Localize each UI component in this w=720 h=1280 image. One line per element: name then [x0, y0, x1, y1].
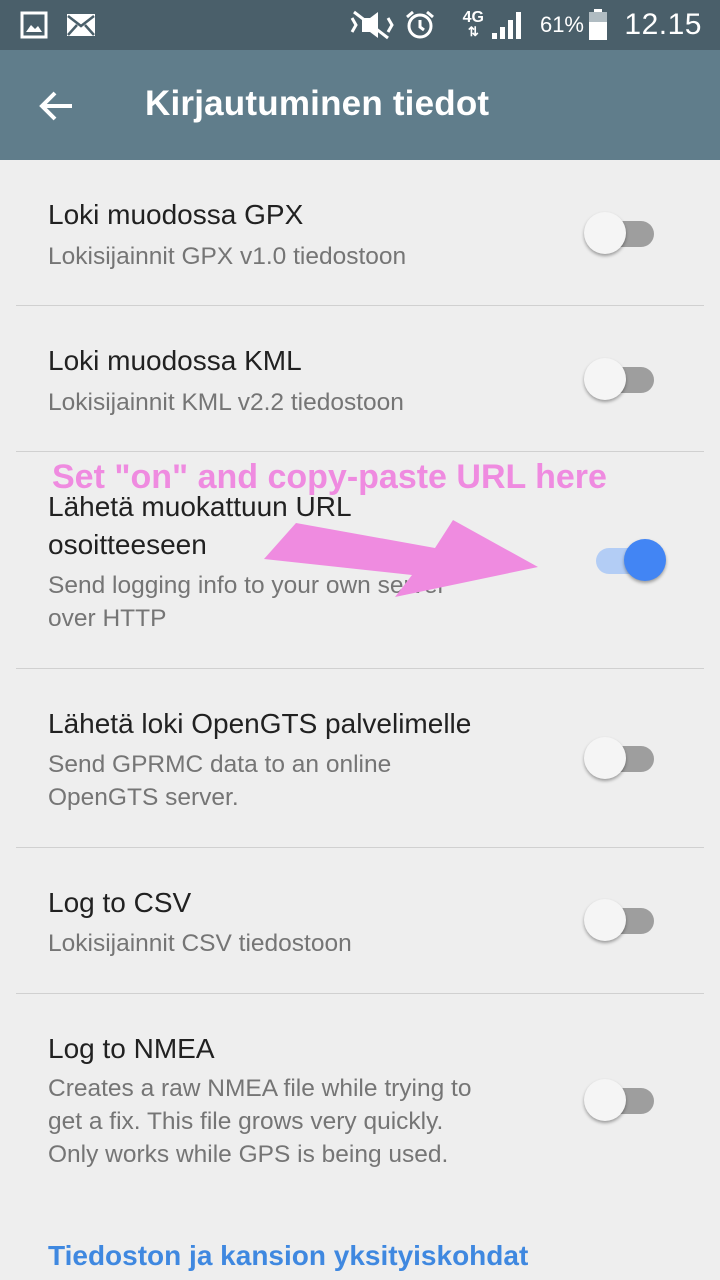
arrow-back-icon	[39, 91, 72, 121]
page-title: Kirjautuminen tiedot	[145, 84, 490, 123]
network-label: 4G	[462, 9, 484, 26]
pref-title: Lähetä loki OpenGTS palvelimelle	[48, 708, 472, 739]
file-folder-details-link[interactable]: Tiedoston ja kansion yksityiskohdat	[48, 1240, 528, 1272]
nmea-toggle-switch[interactable]	[584, 1079, 668, 1123]
pref-log-gpx[interactable]: Loki muodossa GPX Lokisijainnit GPX v1.0…	[0, 160, 720, 305]
kml-toggle-switch[interactable]	[584, 358, 668, 402]
pref-log-kml[interactable]: Loki muodossa KML Lokisijainnit KML v2.2…	[0, 306, 720, 451]
pref-summary: Lokisijainnit KML v2.2 tiedostoon	[48, 389, 404, 416]
pref-summary: Send GPRMC data to an online OpenGTS ser…	[48, 751, 392, 811]
network-type: 4G ⇅	[463, 8, 484, 42]
data-arrows-icon: ⇅	[467, 24, 479, 39]
custom-url-toggle-switch[interactable]	[582, 539, 666, 583]
switch-thumb	[584, 899, 626, 941]
mute-icon	[348, 8, 394, 42]
pref-title: Log to CSV	[48, 887, 192, 918]
status-bar: 4G ⇅ 61% 12.15	[0, 0, 720, 50]
switch-thumb	[584, 212, 626, 254]
pref-log-csv[interactable]: Log to CSV Lokisijainnit CSV tiedostoon	[0, 848, 720, 993]
pref-log-nmea[interactable]: Log to NMEA Creates a raw NMEA file whil…	[0, 994, 720, 1206]
opengts-toggle-switch[interactable]	[584, 737, 668, 781]
switch-thumb	[584, 1079, 626, 1121]
annotation-text: Set "on" and copy-paste URL here	[52, 458, 607, 496]
switch-thumb	[584, 358, 626, 400]
gallery-icon	[20, 8, 48, 42]
clock-time: 12.15	[624, 8, 702, 41]
pref-summary: Lokisijainnit GPX v1.0 tiedostoon	[48, 243, 407, 270]
pref-title: Loki muodossa GPX	[48, 199, 304, 230]
pref-opengts[interactable]: Lähetä loki OpenGTS palvelimelle Send GP…	[0, 669, 720, 847]
pref-summary: Lokisijainnit CSV tiedostoon	[48, 930, 352, 957]
pref-summary: Creates a raw NMEA file while trying to …	[48, 1075, 472, 1168]
switch-thumb	[624, 539, 666, 581]
annotation-arrow-icon	[264, 520, 538, 597]
back-button[interactable]	[32, 82, 80, 130]
signal-icon	[490, 8, 526, 42]
pref-title: Loki muodossa KML	[48, 345, 302, 376]
app-bar: Kirjautuminen tiedot	[0, 50, 720, 160]
alarm-icon	[404, 8, 436, 42]
battery-icon	[588, 8, 608, 42]
mail-icon	[66, 8, 96, 42]
gpx-toggle-switch[interactable]	[584, 212, 668, 256]
switch-thumb	[584, 737, 626, 779]
csv-toggle-switch[interactable]	[584, 899, 668, 943]
battery-percent: 61%	[539, 12, 584, 37]
pref-title: Log to NMEA	[48, 1033, 215, 1064]
